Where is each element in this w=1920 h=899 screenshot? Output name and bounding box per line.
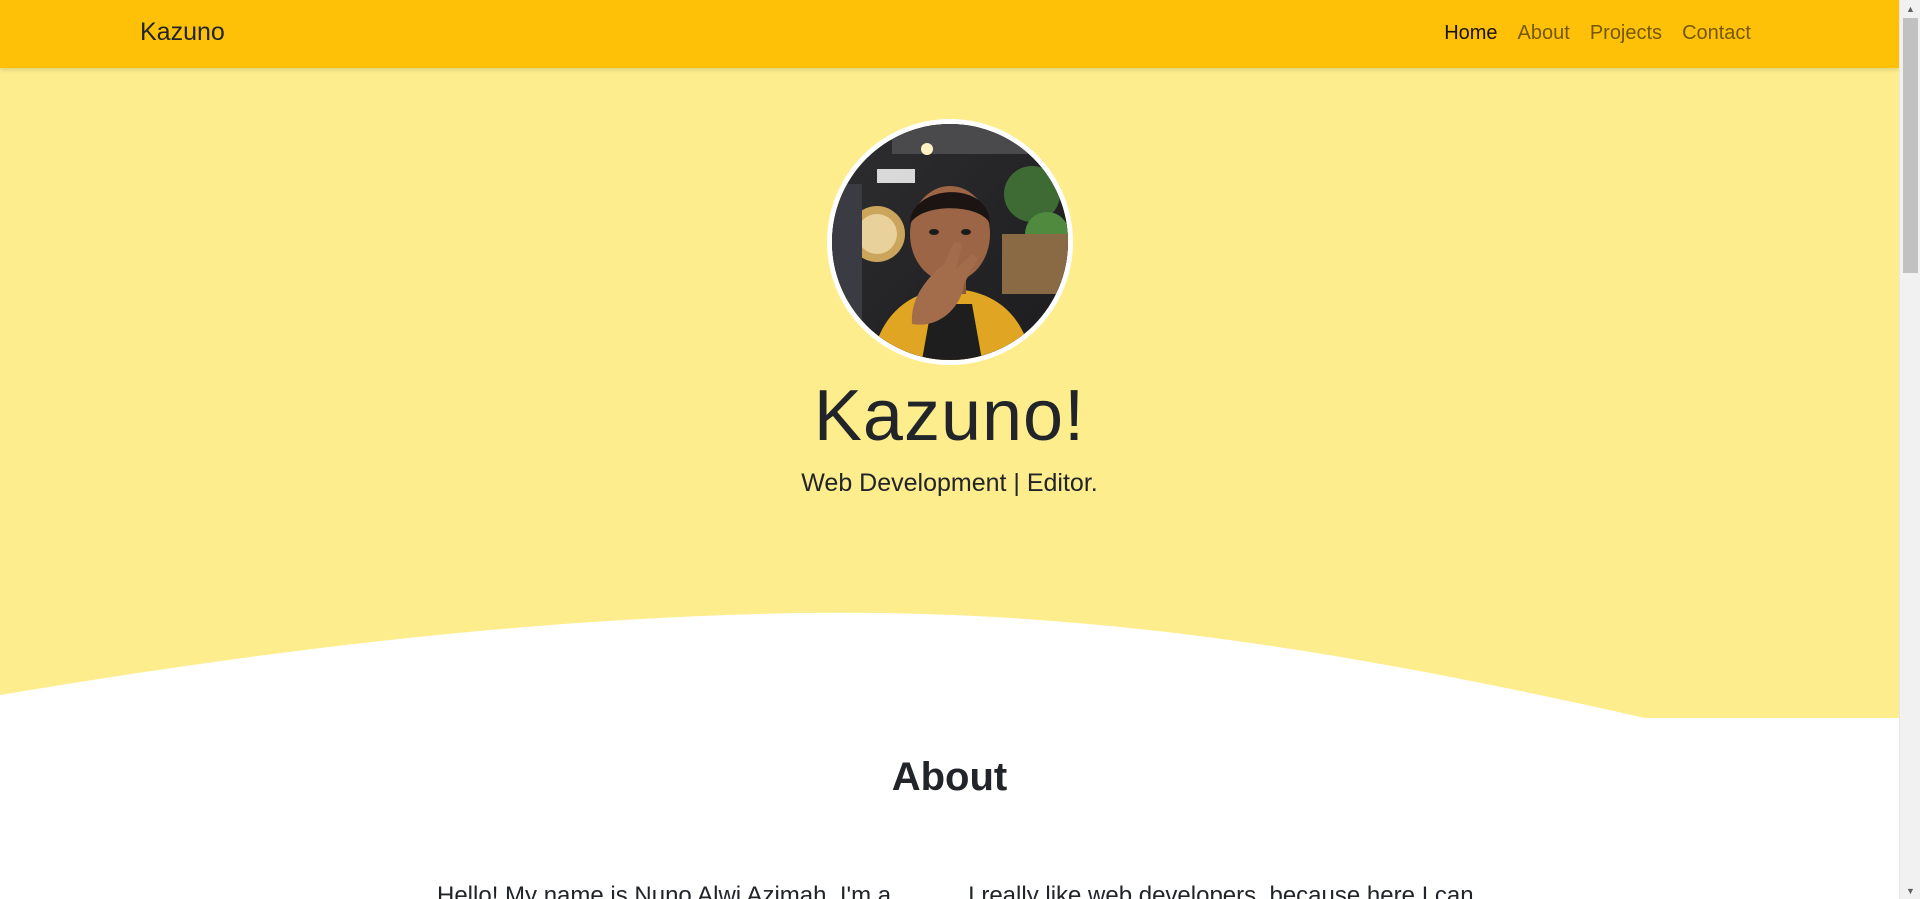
profile-photo-icon bbox=[832, 124, 1068, 360]
about-text-left: Hello! My name is Nuno Alwi Azimah. I'm … bbox=[437, 882, 892, 899]
nav-link-home[interactable]: Home bbox=[1444, 22, 1497, 45]
nav-link-contact[interactable]: Contact bbox=[1682, 22, 1751, 45]
nav-link-about[interactable]: About bbox=[1518, 22, 1570, 45]
hero-title: Kazuno! bbox=[813, 376, 1086, 456]
nav-links: Home About Projects Contact bbox=[1444, 22, 1751, 45]
navbar-brand[interactable]: Kazuno bbox=[140, 18, 225, 47]
scroll-down-icon[interactable]: ▼ bbox=[1900, 882, 1920, 899]
navbar: Kazuno Home About Projects Contact bbox=[0, 0, 1899, 68]
about-heading: About bbox=[891, 755, 1008, 799]
hero-subtitle: Web Development | Editor. bbox=[801, 469, 1098, 497]
scroll-up-icon[interactable]: ▲ bbox=[1900, 0, 1920, 17]
page: Kazuno Home About Projects Contact Kazun… bbox=[0, 0, 1899, 899]
vertical-scrollbar[interactable]: ▲ ▼ bbox=[1899, 0, 1920, 899]
avatar bbox=[827, 119, 1073, 365]
nav-link-projects[interactable]: Projects bbox=[1590, 22, 1662, 45]
scrollbar-thumb[interactable] bbox=[1903, 18, 1918, 273]
about-text-right: I really like web developers, because he… bbox=[968, 882, 1474, 899]
